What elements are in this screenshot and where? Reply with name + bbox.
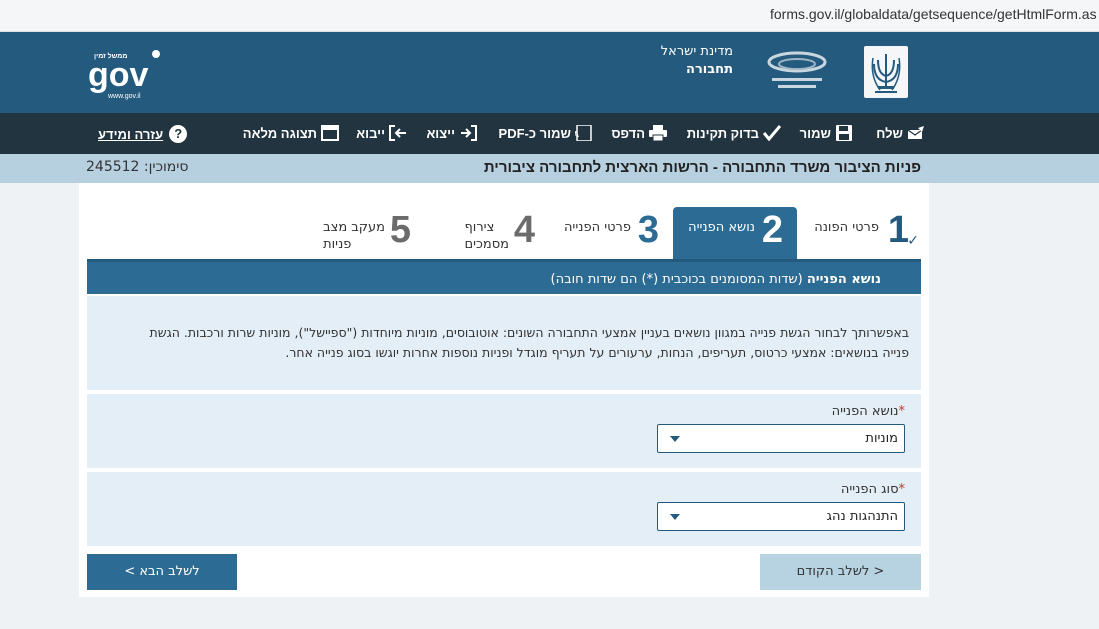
export-label: ייצוא [426,125,455,141]
subject-field-label: *נושא הפנייה [832,404,905,419]
step-label-line2: מסמכים [464,237,509,252]
help-question-icon: ? [169,125,188,143]
next-step-button[interactable]: לשלב הבא > [87,554,237,590]
step-label: מעקב מצב פניות [323,219,385,253]
dropdown-arrow-icon [670,436,680,442]
subject-select[interactable]: מוניות [657,424,905,453]
form-title-bar: פניות הציבור משרד התחבורה - הרשות הארצית… [0,154,1099,183]
step-label-line1: מעקב מצב [323,220,385,235]
svg-text:www.gov.il: www.gov.il [107,93,141,100]
url-text[interactable]: forms.gov.il/globaldata/getsequence/getH… [770,6,1097,22]
import-arrow-icon [389,125,407,141]
site-header: מדינת ישראל תחבורה gov www.gov.il ממשל ז… [0,32,1099,113]
browser-address-bar[interactable]: forms.gov.il/globaldata/getsequence/getH… [0,0,1099,32]
info-text: באפשרותך לבחור הגשת פנייה במגוון נושאים … [149,325,910,360]
state-emblem-icon [862,44,910,100]
printer-icon [649,125,667,142]
step-number: 1 [887,209,909,251]
step-4-attach-documents[interactable]: 4 צירוף מסמכים [425,207,549,259]
completed-check-icon: ✓ [907,233,919,249]
step-2-subject-active[interactable]: 2 נושא הפנייה [673,207,797,259]
required-asterisk: * [898,482,906,497]
dropdown-arrow-icon [670,514,680,520]
import-label: ייבוא [356,125,385,141]
info-panel: באפשרותך לבחור הגשת פנייה במגוון נושאים … [87,296,921,390]
ministry-short-name: תחבורה [686,62,733,77]
step-number: 3 [637,209,659,251]
check-validity-button[interactable]: בדוק תקינות [686,125,782,142]
type-select[interactable]: התנהגות נהג [657,502,905,531]
required-fields-note: (שדות המסומנים בכוכבית (*) הם שדות חובה) [550,272,803,287]
save-label: שמור [799,125,831,141]
full-view-button[interactable]: תצוגה מלאה [243,125,339,141]
gov-il-logo-icon[interactable]: gov www.gov.il ממשל זמין [86,48,162,100]
export-button[interactable]: ייצוא [426,125,477,141]
step-number: 4 [513,209,535,251]
send-label: שלח [876,125,903,141]
svg-text:A: A [575,130,579,139]
ministry-name: מדינת ישראל תחבורה [661,44,733,77]
state-name: מדינת ישראל [660,44,733,59]
subject-select-value: מוניות [865,431,898,446]
help-label: עזרה ומידע [98,126,164,142]
step-label: נושא הפנייה [688,220,755,235]
save-button[interactable]: שמור [800,125,853,141]
step-3-request-details[interactable]: 3 פרטי הפנייה [549,207,673,259]
previous-step-button[interactable]: < לשלב הקודם [760,554,921,590]
print-label: הדפס [611,125,645,141]
step-label: פרטי הפנייה [563,220,631,235]
print-button[interactable]: הדפס [611,125,667,142]
step-label-line1: צירוף [464,220,495,235]
floppy-disk-icon [835,125,853,141]
check-validity-label: בדוק תקינות [686,125,759,141]
full-view-label: תצוגה מלאה [242,125,317,141]
required-asterisk: * [898,404,906,419]
section-title-text: נושא הפנייה (שדות המסומנים בכוכבית (*) ה… [551,272,882,287]
pdf-icon: A [573,124,593,142]
send-envelope-icon [907,125,925,141]
step-number: 2 [761,209,783,251]
reference-number: סימוכין: 245512 [86,159,189,175]
step-1-applicant-details[interactable]: 1 ✓ פרטי הפונה [797,207,925,259]
type-label-text: סוג הפנייה [840,482,899,497]
subject-label-text: נושא הפנייה [831,404,899,419]
save-pdf-button[interactable]: A שמור כ-PDF [498,124,593,142]
step-label: פרטי הפונה [814,220,879,235]
checkmark-icon [762,125,782,142]
step-label-line2: פניות [323,237,352,252]
section-header: נושא הפנייה (שדות המסומנים בכוכבית (*) ה… [87,259,921,294]
form-title: פניות הציבור משרד התחבורה - הרשות הארצית… [483,159,921,176]
svg-text:gov: gov [88,56,149,94]
step-label: צירוף מסמכים [464,219,509,253]
subject-field-panel: *נושא הפנייה מוניות [87,394,921,468]
section-title: נושא הפנייה [806,272,881,287]
svg-text:ממשל זמין: ממשל זמין [94,52,127,60]
type-field-panel: *סוג הפנייה התנהגות נהג [87,472,921,546]
save-pdf-label: שמור כ-PDF [498,125,571,141]
help-link[interactable]: ? עזרה ומידע [98,125,188,143]
export-arrow-icon [459,125,477,141]
full-view-window-icon [321,125,339,141]
form-toolbar: שלח שמור בדוק תקינות הדפס A שמור כ-PDF י… [0,113,1099,154]
step-number: 5 [389,209,411,251]
step-5-track-status[interactable]: 5 מעקב מצב פניות [301,207,425,259]
type-field-label: *סוג הפנייה [841,482,905,497]
import-button[interactable]: ייבוא [356,125,407,141]
type-select-value: התנהגות נהג [826,509,898,524]
ministry-logo-icon [764,50,830,96]
send-button[interactable]: שלח [876,125,925,141]
